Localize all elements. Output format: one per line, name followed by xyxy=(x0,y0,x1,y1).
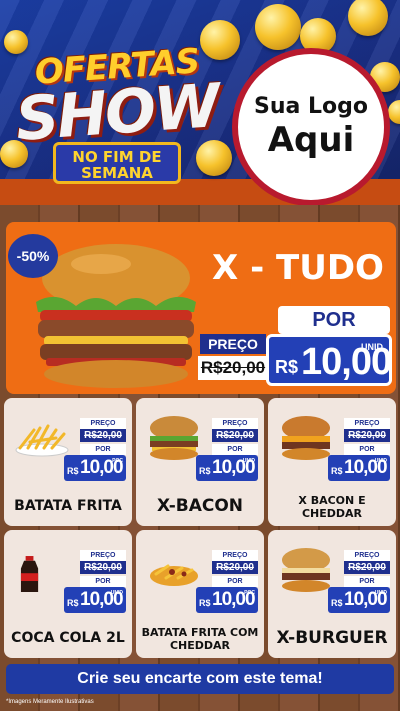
old-price: R$20,00 xyxy=(344,429,390,442)
por-label: POR xyxy=(344,576,390,587)
product-name: BATATA FRITA COM CHEDDAR xyxy=(141,626,259,652)
unit-label: UNID xyxy=(361,342,383,352)
featured-old-price: R$20,00 xyxy=(198,356,268,380)
por-label: POR xyxy=(80,444,126,455)
discount-badge: -50% xyxy=(8,234,58,278)
preco-label: PREÇO xyxy=(80,550,126,561)
featured-preco-label: PREÇO xyxy=(200,334,266,354)
unit-label: UNID xyxy=(242,458,255,464)
preco-label: PREÇO xyxy=(212,418,258,429)
offer-title: OFERTAS SHOW xyxy=(12,41,222,155)
disclaimer-footnote: *Imagens Meramente Ilustrativas xyxy=(6,699,94,705)
logo-line-1: Sua Logo xyxy=(253,94,368,119)
logo-line-2: Aqui xyxy=(267,120,355,160)
preco-label: PREÇO xyxy=(344,418,390,429)
unit-label: UNID xyxy=(374,590,387,596)
unit-label: UNID xyxy=(374,458,387,464)
product-name: COCA COLA 2L xyxy=(11,630,125,646)
product-card-x-bacon[interactable]: PREÇO R$20,00 POR R$ 10,00 UNID X-BACON xyxy=(136,398,264,526)
new-price: R$ 10,00 POÇ xyxy=(64,455,126,481)
currency-label: R$ xyxy=(199,466,211,476)
soda-bottle-icon xyxy=(20,556,39,592)
currency-label: R$ xyxy=(67,598,79,608)
new-price: R$ 10,00 UNID xyxy=(328,455,390,481)
cta-button[interactable]: Crie seu encarte com este tema! xyxy=(6,664,394,694)
por-label: POR xyxy=(212,444,258,455)
product-name: X-BACON xyxy=(156,496,244,516)
coin-icon xyxy=(255,4,301,50)
weekend-badge: NO FIM DE SEMANA xyxy=(53,142,181,184)
preco-label: PREÇO xyxy=(212,550,258,561)
product-name: X BACON E CHEDDAR xyxy=(298,494,366,520)
featured-new-price: R$ 10,00 UNID xyxy=(266,334,392,386)
por-label: POR xyxy=(212,576,258,587)
currency-label: R$ xyxy=(331,466,343,476)
old-price: R$20,00 xyxy=(80,561,126,574)
product-card-batata-cheddar[interactable]: PREÇO R$20,00 POR R$ 10,00 POÇ BATATA FR… xyxy=(136,530,264,658)
brand-logo-placeholder: Sua Logo Aqui xyxy=(232,48,390,206)
new-price: R$ 10,00 UNID xyxy=(64,587,126,613)
featured-por-label: POR xyxy=(278,306,390,334)
currency-label: R$ xyxy=(199,598,211,608)
por-label: POR xyxy=(344,444,390,455)
old-price: R$20,00 xyxy=(80,429,126,442)
product-card-x-bacon-cheddar[interactable]: PREÇO R$20,00 POR R$ 10,00 UNID X BACON … xyxy=(268,398,396,526)
currency-label: R$ xyxy=(67,466,79,476)
new-price: R$ 10,00 UNID xyxy=(328,587,390,613)
featured-product-name: X - TUDO xyxy=(212,248,384,288)
product-name: BATATA FRITA xyxy=(14,498,122,514)
unit-label: POÇ xyxy=(244,590,255,596)
old-price: R$20,00 xyxy=(344,561,390,574)
product-card-coca-cola[interactable]: PREÇO R$20,00 POR R$ 10,00 UNID COCA COL… xyxy=(4,530,132,658)
currency-label: R$ xyxy=(331,598,343,608)
currency-label: R$ xyxy=(275,357,299,377)
old-price: R$20,00 xyxy=(212,429,258,442)
title-show: SHOW xyxy=(13,71,221,155)
product-name: X-BURGUER xyxy=(276,628,388,648)
old-price: R$20,00 xyxy=(212,561,258,574)
preco-label: PREÇO xyxy=(344,550,390,561)
unit-label: POÇ xyxy=(112,458,123,464)
coin-icon xyxy=(196,140,232,176)
new-price: R$ 10,00 POÇ xyxy=(196,587,258,613)
new-price: R$ 10,00 UNID xyxy=(196,455,258,481)
por-label: POR xyxy=(80,576,126,587)
preco-label: PREÇO xyxy=(80,418,126,429)
unit-label: UNID xyxy=(110,590,123,596)
product-card-batata-frita[interactable]: PREÇO R$20,00 POR R$ 10,00 POÇ BATATA FR… xyxy=(4,398,132,526)
product-card-x-burguer[interactable]: PREÇO R$20,00 POR R$ 10,00 UNID X-BURGUE… xyxy=(268,530,396,658)
